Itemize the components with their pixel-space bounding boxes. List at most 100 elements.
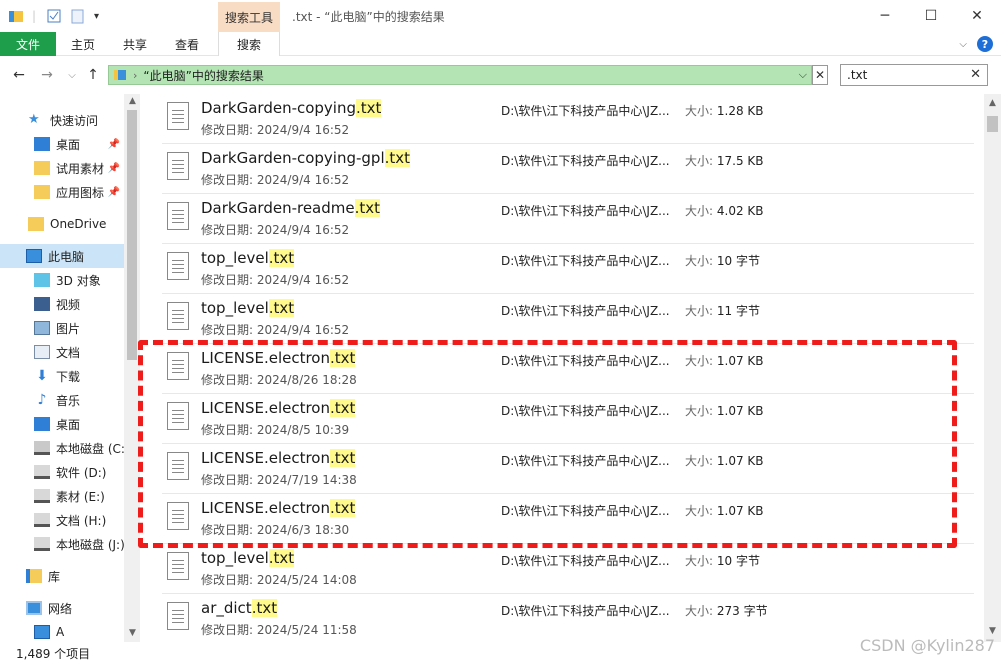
folder-icon bbox=[28, 217, 44, 231]
file-name: LICENSE.electron.txt bbox=[201, 499, 356, 517]
file-date: 修改日期: 2024/6/3 18:30 bbox=[201, 523, 350, 537]
sidebar-item-music[interactable]: ♪ 音乐 bbox=[0, 388, 124, 412]
sidebar-item-trial-materials[interactable]: 试用素材 📌 bbox=[0, 156, 124, 180]
tab-view[interactable]: 查看 bbox=[166, 32, 208, 56]
tab-file[interactable]: 文件 bbox=[0, 32, 56, 56]
properties-icon[interactable] bbox=[46, 8, 62, 24]
document-icon bbox=[34, 345, 50, 359]
sidebar-scroll-thumb[interactable] bbox=[127, 110, 137, 360]
file-path: D:\软件\江下科技产品中心\JZ... bbox=[501, 204, 670, 218]
maximize-icon[interactable]: ☐ bbox=[908, 0, 954, 32]
list-item[interactable]: top_level.txt 修改日期: 2024/5/24 14:08 D:\软… bbox=[162, 544, 974, 594]
text-file-icon bbox=[167, 202, 189, 230]
sidebar-item-3d-objects[interactable]: 3D 对象 bbox=[0, 268, 124, 292]
status-bar: 1,489 个项目 bbox=[0, 642, 1001, 665]
file-name: ar_dict.txt bbox=[201, 599, 278, 617]
list-item[interactable]: LICENSE.electron.txt 修改日期: 2024/8/5 10:3… bbox=[162, 394, 974, 444]
sidebar-item-computer-a[interactable]: A bbox=[0, 620, 124, 642]
quick-access-toolbar: | ▾ bbox=[8, 6, 99, 26]
address-bar[interactable]: › “此电脑”中的搜索结果 ⌵ bbox=[108, 65, 812, 85]
window-title: .txt - “此电脑”中的搜索结果 bbox=[292, 10, 445, 24]
list-item[interactable]: LICENSE.electron.txt 修改日期: 2024/7/19 14:… bbox=[162, 444, 974, 494]
sidebar-item-libraries[interactable]: 库 bbox=[0, 564, 124, 588]
file-name: DarkGarden-copying-gpl.txt bbox=[201, 149, 411, 167]
new-folder-icon[interactable] bbox=[70, 8, 86, 24]
tab-home[interactable]: 主页 bbox=[62, 32, 104, 56]
tab-share[interactable]: 共享 bbox=[114, 32, 156, 56]
file-date: 修改日期: 2024/9/4 16:52 bbox=[201, 123, 350, 137]
scroll-down-icon[interactable]: ▼ bbox=[124, 626, 141, 640]
sidebar-item-pictures[interactable]: 图片 bbox=[0, 316, 124, 340]
drive-icon bbox=[34, 441, 50, 455]
clear-search-icon[interactable]: ✕ bbox=[970, 67, 981, 82]
file-date: 修改日期: 2024/8/26 18:28 bbox=[201, 373, 357, 387]
file-path: D:\软件\江下科技产品中心\JZ... bbox=[501, 104, 670, 118]
sidebar-item-drive-h[interactable]: 文档 (H:) bbox=[0, 508, 124, 532]
list-item[interactable]: ar_dict.txt 修改日期: 2024/5/24 11:58 D:\软件\… bbox=[162, 594, 974, 642]
text-file-icon bbox=[167, 502, 189, 530]
breadcrumb-separator-icon: › bbox=[133, 68, 138, 82]
sidebar-item-documents[interactable]: 文档 bbox=[0, 340, 124, 364]
scroll-up-icon[interactable]: ▲ bbox=[124, 94, 141, 108]
tab-search[interactable]: 搜索 bbox=[218, 32, 280, 56]
close-icon[interactable]: ✕ bbox=[954, 0, 1000, 32]
file-name: DarkGarden-readme.txt bbox=[201, 199, 381, 217]
text-file-icon bbox=[167, 102, 189, 130]
sidebar-item-quick-access[interactable]: ★ 快速访问 bbox=[0, 108, 124, 132]
file-path: D:\软件\江下科技产品中心\JZ... bbox=[501, 154, 670, 168]
content-scrollbar[interactable]: ▲ ▼ bbox=[984, 94, 1001, 642]
text-file-icon bbox=[167, 552, 189, 580]
ribbon-expand-icon[interactable]: ⌵ bbox=[959, 39, 967, 50]
sidebar-item-desktop[interactable]: 桌面 bbox=[0, 412, 124, 436]
folder-icon bbox=[34, 161, 50, 175]
folder-icon bbox=[34, 185, 50, 199]
address-dropdown-icon[interactable]: ⌵ bbox=[799, 68, 807, 82]
list-item[interactable]: LICENSE.electron.txt 修改日期: 2024/8/26 18:… bbox=[162, 344, 974, 394]
sidebar-item-network[interactable]: 网络 bbox=[0, 596, 124, 620]
sidebar-item-desktop-pinned[interactable]: 桌面 📌 bbox=[0, 132, 124, 156]
pin-icon: 📌 bbox=[107, 138, 120, 150]
list-item[interactable]: top_level.txt 修改日期: 2024/9/4 16:52 D:\软件… bbox=[162, 244, 974, 294]
sidebar-item-this-pc[interactable]: 此电脑 bbox=[0, 244, 124, 268]
sidebar-item-downloads[interactable]: ⬇ 下载 bbox=[0, 364, 124, 388]
sidebar-item-videos[interactable]: 视频 bbox=[0, 292, 124, 316]
sidebar-item-drive-j[interactable]: 本地磁盘 (J:) bbox=[0, 532, 124, 556]
pin-icon: 📌 bbox=[107, 162, 120, 174]
sidebar-scrollbar[interactable]: ▲ ▼ bbox=[124, 94, 140, 642]
customize-toolbar-icon[interactable]: ▾ bbox=[94, 11, 99, 22]
list-item[interactable]: DarkGarden-readme.txt 修改日期: 2024/9/4 16:… bbox=[162, 194, 974, 244]
list-item[interactable]: top_level.txt 修改日期: 2024/9/4 16:52 D:\软件… bbox=[162, 294, 974, 344]
item-count: 1,489 个项目 bbox=[16, 647, 91, 661]
sidebar-item-drive-c[interactable]: 本地磁盘 (C:) bbox=[0, 436, 124, 460]
scroll-up-icon[interactable]: ▲ bbox=[984, 96, 1001, 110]
search-input[interactable]: .txt ✕ bbox=[840, 64, 988, 86]
text-file-icon bbox=[167, 252, 189, 280]
file-path: D:\软件\江下科技产品中心\JZ... bbox=[501, 404, 670, 418]
ribbon-tabs: 文件 主页 共享 查看 搜索 ⌵ ? bbox=[0, 32, 1001, 56]
file-name: LICENSE.electron.txt bbox=[201, 349, 356, 367]
sidebar-item-onedrive[interactable]: OneDrive bbox=[0, 212, 124, 236]
address-text: “此电脑”中的搜索结果 bbox=[143, 68, 264, 83]
list-item[interactable]: LICENSE.electron.txt 修改日期: 2024/6/3 18:3… bbox=[162, 494, 974, 544]
back-icon[interactable]: ← bbox=[10, 66, 28, 84]
list-item[interactable]: DarkGarden-copying-gpl.txt 修改日期: 2024/9/… bbox=[162, 144, 974, 194]
explorer-icon bbox=[9, 11, 23, 22]
desktop-icon bbox=[34, 417, 50, 431]
content-scroll-thumb[interactable] bbox=[987, 116, 998, 132]
file-date: 修改日期: 2024/9/4 16:52 bbox=[201, 223, 350, 237]
sidebar-item-app-icons[interactable]: 应用图标 📌 bbox=[0, 180, 124, 204]
up-icon[interactable]: ↑ bbox=[84, 66, 102, 84]
list-item[interactable]: DarkGarden-copying.txt 修改日期: 2024/9/4 16… bbox=[162, 94, 974, 144]
file-name: top_level.txt bbox=[201, 249, 295, 267]
sidebar-item-drive-e[interactable]: 素材 (E:) bbox=[0, 484, 124, 508]
sidebar-item-drive-d[interactable]: 软件 (D:) bbox=[0, 460, 124, 484]
recent-locations-icon[interactable]: ⌵ bbox=[63, 66, 81, 84]
stop-search-button[interactable]: ✕ bbox=[812, 65, 828, 85]
forward-icon[interactable]: → bbox=[38, 66, 56, 84]
file-date: 修改日期: 2024/5/24 11:58 bbox=[201, 623, 357, 637]
help-icon[interactable]: ? bbox=[977, 36, 993, 52]
file-path: D:\软件\江下科技产品中心\JZ... bbox=[501, 504, 670, 518]
file-date: 修改日期: 2024/5/24 14:08 bbox=[201, 573, 357, 587]
file-size: 大小: 10 字节 bbox=[685, 554, 760, 568]
minimize-icon[interactable]: ─ bbox=[862, 0, 908, 32]
